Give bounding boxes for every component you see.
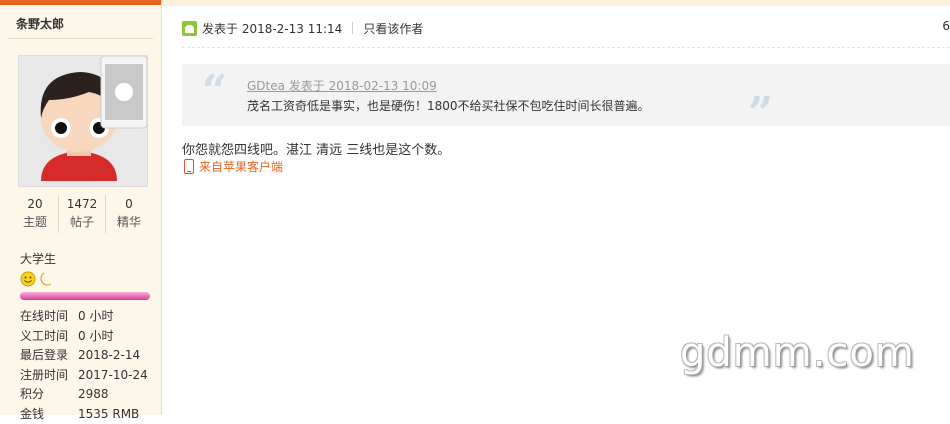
meta-separator xyxy=(352,22,353,34)
quote-author-link[interactable]: GDtea 发表于 2018-02-13 10:09 xyxy=(247,77,437,94)
info-value: 1535 RMB xyxy=(78,405,139,424)
post-content: 你怨就怨四线吧。湛江 清远 三线也是这个数。 xyxy=(182,139,450,158)
info-row: 积分 2988 xyxy=(20,385,160,405)
info-value: 0 小时 xyxy=(78,307,113,327)
site-watermark: gdmm.com xyxy=(680,330,915,376)
stat-value: 0 xyxy=(106,195,152,213)
only-author-link[interactable]: 只看该作者 xyxy=(363,20,423,37)
post-timestamp: 发表于 2018-2-13 11:14 xyxy=(202,20,342,37)
info-key: 金钱 xyxy=(20,405,78,424)
avatar-image xyxy=(19,56,147,186)
author-info: 在线时间 0 小时 义工时间 0 小时 最后登录 2018-2-14 注册时间 … xyxy=(20,307,160,424)
author-username[interactable]: 条野太郎 xyxy=(16,15,64,32)
info-key: 义工时间 xyxy=(20,327,78,347)
info-value: 2018-2-14 xyxy=(78,346,140,366)
post-top-border xyxy=(162,0,950,6)
author-stats: 20 主题 1472 帖子 0 精华 xyxy=(12,195,152,233)
phone-icon xyxy=(184,159,194,174)
info-row: 义工时间 0 小时 xyxy=(20,327,160,347)
floor-number[interactable]: 6 xyxy=(942,19,950,33)
info-key: 最后登录 xyxy=(20,346,78,366)
stat-value: 1472 xyxy=(59,195,105,213)
info-key: 注册时间 xyxy=(20,366,78,386)
info-row: 金钱 1535 RMB xyxy=(20,405,160,424)
post-source[interactable]: 来自苹果客户端 xyxy=(184,158,283,175)
info-key: 在线时间 xyxy=(20,307,78,327)
source-label[interactable]: 来自苹果客户端 xyxy=(199,158,283,175)
author-sidebar: 条野太郎 20 主题 1472 帖子 0 精华 xyxy=(0,0,162,415)
stat-threads[interactable]: 20 主题 xyxy=(12,195,59,233)
avatar[interactable] xyxy=(18,55,148,187)
open-quote-icon: “ xyxy=(202,70,227,114)
meta-divider xyxy=(182,47,950,49)
rank-emoticons-icon xyxy=(20,271,54,287)
close-quote-icon: ” xyxy=(748,92,773,136)
post-meta: 发表于 2018-2-13 11:14 只看该作者 xyxy=(182,19,423,37)
rank-icons xyxy=(20,271,54,290)
stat-label: 帖子 xyxy=(59,213,105,231)
sidebar-accent-bar xyxy=(0,0,161,5)
info-value: 0 小时 xyxy=(78,327,113,347)
quote-text: 茂名工资奇低是事实，也是硬伤！1800不给买社保不包吃住时间长很普遍。 xyxy=(247,97,650,114)
level-progress-bar xyxy=(20,292,150,300)
info-value: 2988 xyxy=(78,385,109,405)
stat-digest[interactable]: 0 精华 xyxy=(106,195,152,233)
online-status-icon xyxy=(182,21,197,36)
info-key: 积分 xyxy=(20,385,78,405)
user-group[interactable]: 大学生 xyxy=(20,250,56,267)
stat-label: 精华 xyxy=(106,213,152,231)
stat-posts[interactable]: 1472 帖子 xyxy=(59,195,106,233)
info-row: 在线时间 0 小时 xyxy=(20,307,160,327)
info-row: 注册时间 2017-10-24 xyxy=(20,366,160,386)
info-row: 最后登录 2018-2-14 xyxy=(20,346,160,366)
stat-label: 主题 xyxy=(12,213,58,231)
info-value: 2017-10-24 xyxy=(78,366,148,386)
stat-value: 20 xyxy=(12,195,58,213)
sidebar-divider xyxy=(8,38,153,39)
quote-block: “ GDtea 发表于 2018-02-13 10:09 茂名工资奇低是事实，也… xyxy=(182,64,950,126)
